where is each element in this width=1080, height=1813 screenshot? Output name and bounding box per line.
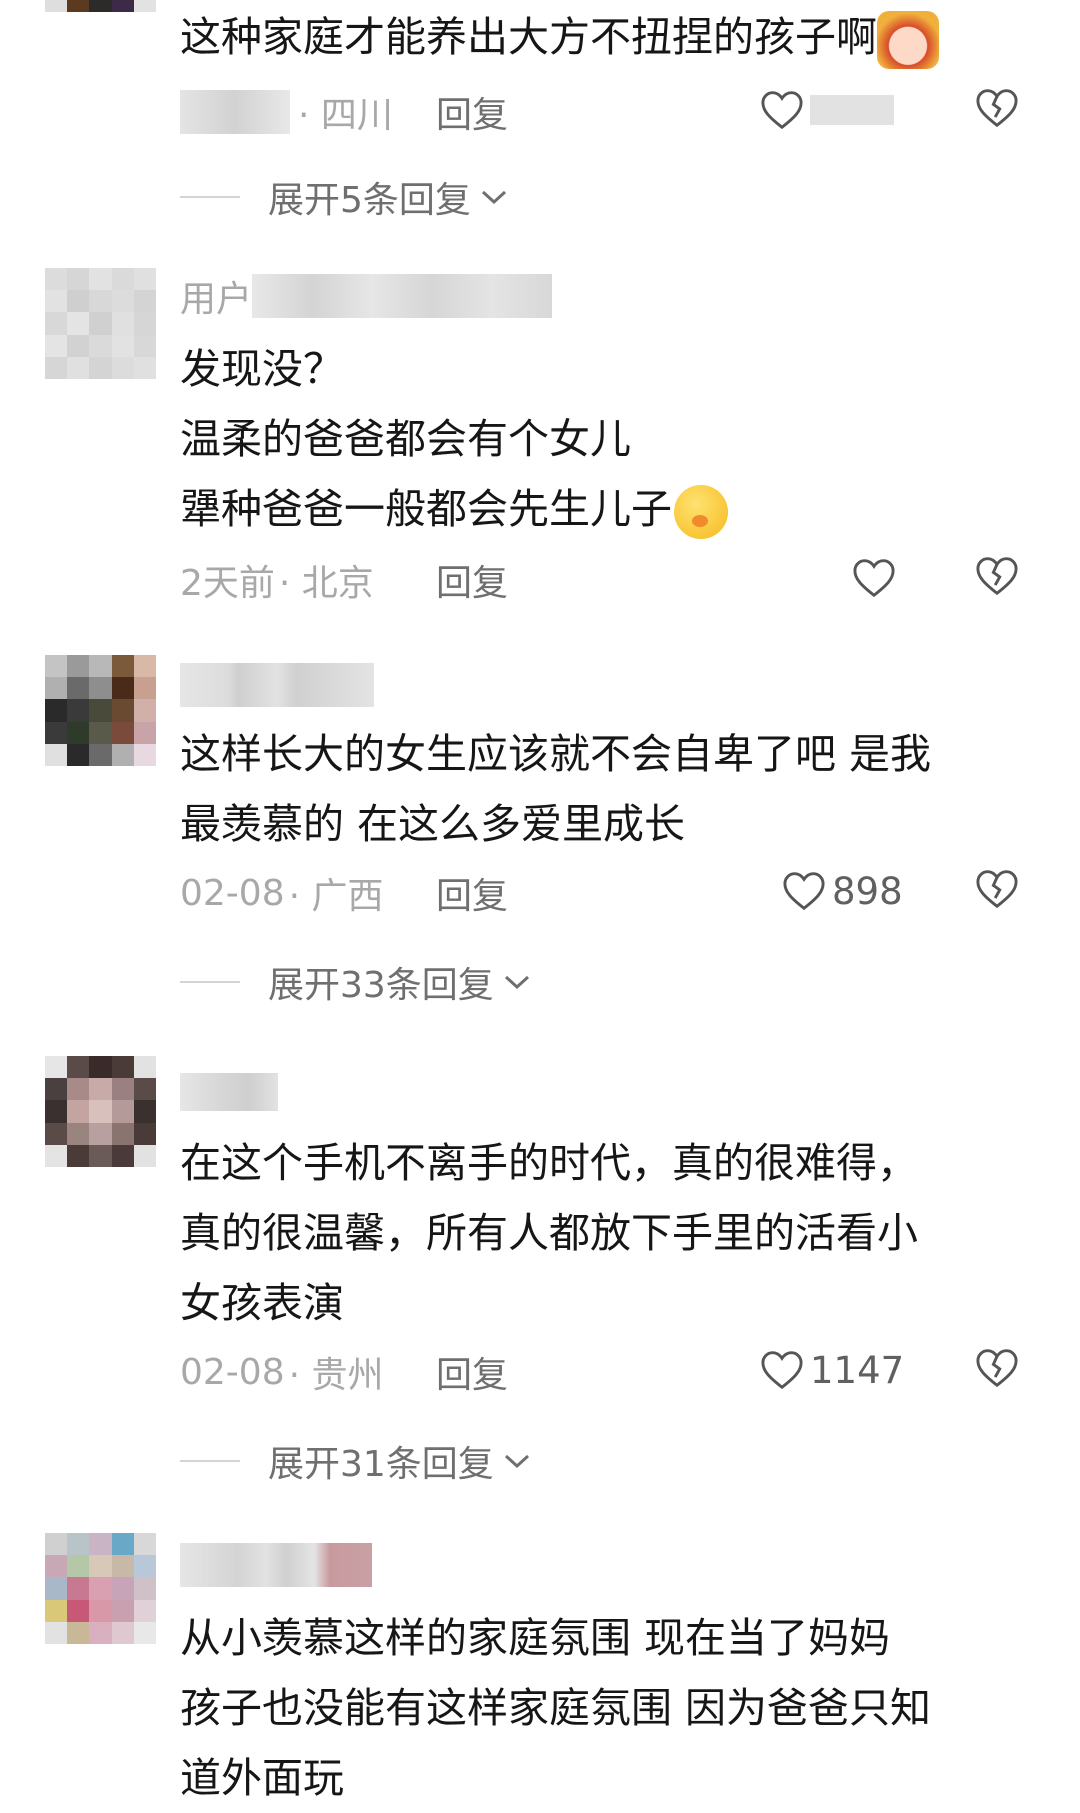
expand-label: 展开31条回复 bbox=[268, 1444, 494, 1485]
comment-location: · 广西 bbox=[288, 876, 384, 917]
comment-line: 这样长大的女生应该就不会自卑了吧 是我 bbox=[180, 730, 932, 778]
sticker-icon bbox=[877, 11, 939, 69]
comment-meta: 2天前 · 北京 回复 bbox=[180, 548, 1080, 608]
broken-heart-icon bbox=[976, 89, 1018, 128]
comment-meta: 02-08 · 广西 回复 898 bbox=[180, 861, 1080, 921]
like-button[interactable]: 1147 bbox=[760, 1340, 904, 1400]
expand-label: 展开5条回复 bbox=[268, 180, 471, 221]
comment-line: 从小羡慕这样的家庭氛围 现在当了妈妈 bbox=[180, 1614, 891, 1662]
comment-line: 这种家庭才能养出大方不扭捏的孩子啊 bbox=[180, 13, 877, 61]
comment-line: 最羡慕的 在这么多爱里成长 bbox=[180, 800, 686, 848]
like-button[interactable] bbox=[852, 548, 896, 608]
comment-text: 从小羡慕这样的家庭氛围 现在当了妈妈 孩子也没能有这样家庭氛围 因为爸爸只知 道… bbox=[180, 1603, 1040, 1813]
broken-heart-icon bbox=[976, 1349, 1018, 1388]
chevron-down-icon bbox=[504, 975, 529, 990]
username[interactable] bbox=[180, 663, 374, 707]
comment-time: 02-08 bbox=[180, 872, 285, 914]
broken-heart-icon bbox=[976, 557, 1018, 596]
reply-button[interactable]: 回复 bbox=[436, 867, 508, 919]
comment-text: 发现没？ 温柔的爸爸都会有个女儿 犟种爸爸一般都会先生儿子 bbox=[180, 334, 1040, 544]
username[interactable] bbox=[180, 1070, 278, 1114]
username[interactable] bbox=[180, 1543, 372, 1587]
blurred-username bbox=[180, 663, 374, 707]
comment-meta: 02-08 · 贵州 回复 1147 bbox=[180, 1340, 1080, 1400]
expand-replies-button[interactable]: 展开33条回复 bbox=[180, 957, 532, 1007]
heart-icon bbox=[853, 559, 895, 598]
comment-text: 这种家庭才能养出大方不扭捏的孩子啊 bbox=[180, 2, 1040, 72]
divider-line bbox=[180, 1460, 240, 1462]
reply-button[interactable]: 回复 bbox=[436, 1346, 508, 1398]
avatar[interactable] bbox=[45, 655, 156, 766]
comment-meta: · 四川 回复 bbox=[180, 80, 1080, 140]
dislike-button[interactable] bbox=[975, 1348, 1019, 1392]
comment-line: 道外面玩 bbox=[180, 1754, 344, 1802]
username[interactable]: 用户 bbox=[180, 274, 553, 318]
comment-time: 2天前 bbox=[180, 563, 275, 604]
expand-replies-button[interactable]: 展开5条回复 bbox=[180, 172, 509, 222]
blurred-like-count bbox=[810, 95, 894, 125]
comment-text: 在这个手机不离手的时代，真的很难得， 真的很温馨，所有人都放下手里的活看小 女孩… bbox=[180, 1128, 1040, 1338]
like-button[interactable] bbox=[760, 80, 894, 140]
reply-button[interactable]: 回复 bbox=[436, 554, 508, 606]
comment-line: 女孩表演 bbox=[180, 1279, 344, 1327]
blurred-time bbox=[180, 90, 290, 134]
heart-icon bbox=[761, 1351, 803, 1390]
divider-line bbox=[180, 196, 240, 198]
comment-text: 这样长大的女生应该就不会自卑了吧 是我 最羡慕的 在这么多爱里成长 bbox=[180, 719, 1040, 859]
chevron-down-icon bbox=[481, 190, 506, 205]
dislike-button[interactable] bbox=[975, 556, 1019, 600]
dislike-button[interactable] bbox=[975, 869, 1019, 913]
comment-line: 发现没？ bbox=[180, 345, 344, 393]
comment-line: 温柔的爸爸都会有个女儿 bbox=[180, 415, 631, 463]
comment-location: · 北京 bbox=[278, 563, 374, 604]
blurred-username bbox=[180, 1073, 278, 1111]
blurred-username bbox=[180, 1543, 372, 1587]
broken-heart-icon bbox=[976, 870, 1018, 909]
expand-label: 展开33条回复 bbox=[268, 965, 494, 1006]
avatar[interactable] bbox=[45, 0, 156, 46]
hand-over-mouth-emoji-icon bbox=[674, 485, 728, 539]
comment-location: · 四川 bbox=[298, 95, 393, 136]
comment-time: 02-08 bbox=[180, 1351, 285, 1393]
heart-icon bbox=[761, 91, 803, 130]
heart-icon bbox=[783, 872, 825, 911]
expand-replies-button[interactable]: 展开31条回复 bbox=[180, 1436, 532, 1486]
like-button[interactable]: 898 bbox=[782, 861, 903, 921]
like-count: 1147 bbox=[810, 1348, 905, 1392]
comment-line: 真的很温馨，所有人都放下手里的活看小 bbox=[180, 1209, 918, 1257]
avatar[interactable] bbox=[45, 268, 156, 379]
dislike-button[interactable] bbox=[975, 88, 1019, 132]
chevron-down-icon bbox=[504, 1454, 529, 1469]
avatar[interactable] bbox=[45, 1533, 156, 1644]
reply-button[interactable]: 回复 bbox=[436, 86, 508, 138]
comment-line: 孩子也没能有这样家庭氛围 因为爸爸只知 bbox=[180, 1684, 932, 1732]
blurred-username bbox=[252, 274, 553, 318]
comment-location: · 贵州 bbox=[288, 1355, 384, 1396]
avatar[interactable] bbox=[45, 1056, 156, 1167]
comment-line: 在这个手机不离手的时代，真的很难得， bbox=[180, 1139, 918, 1187]
comment-line: 犟种爸爸一般都会先生儿子 bbox=[180, 485, 672, 533]
divider-line bbox=[180, 981, 240, 983]
like-count: 898 bbox=[832, 869, 903, 913]
